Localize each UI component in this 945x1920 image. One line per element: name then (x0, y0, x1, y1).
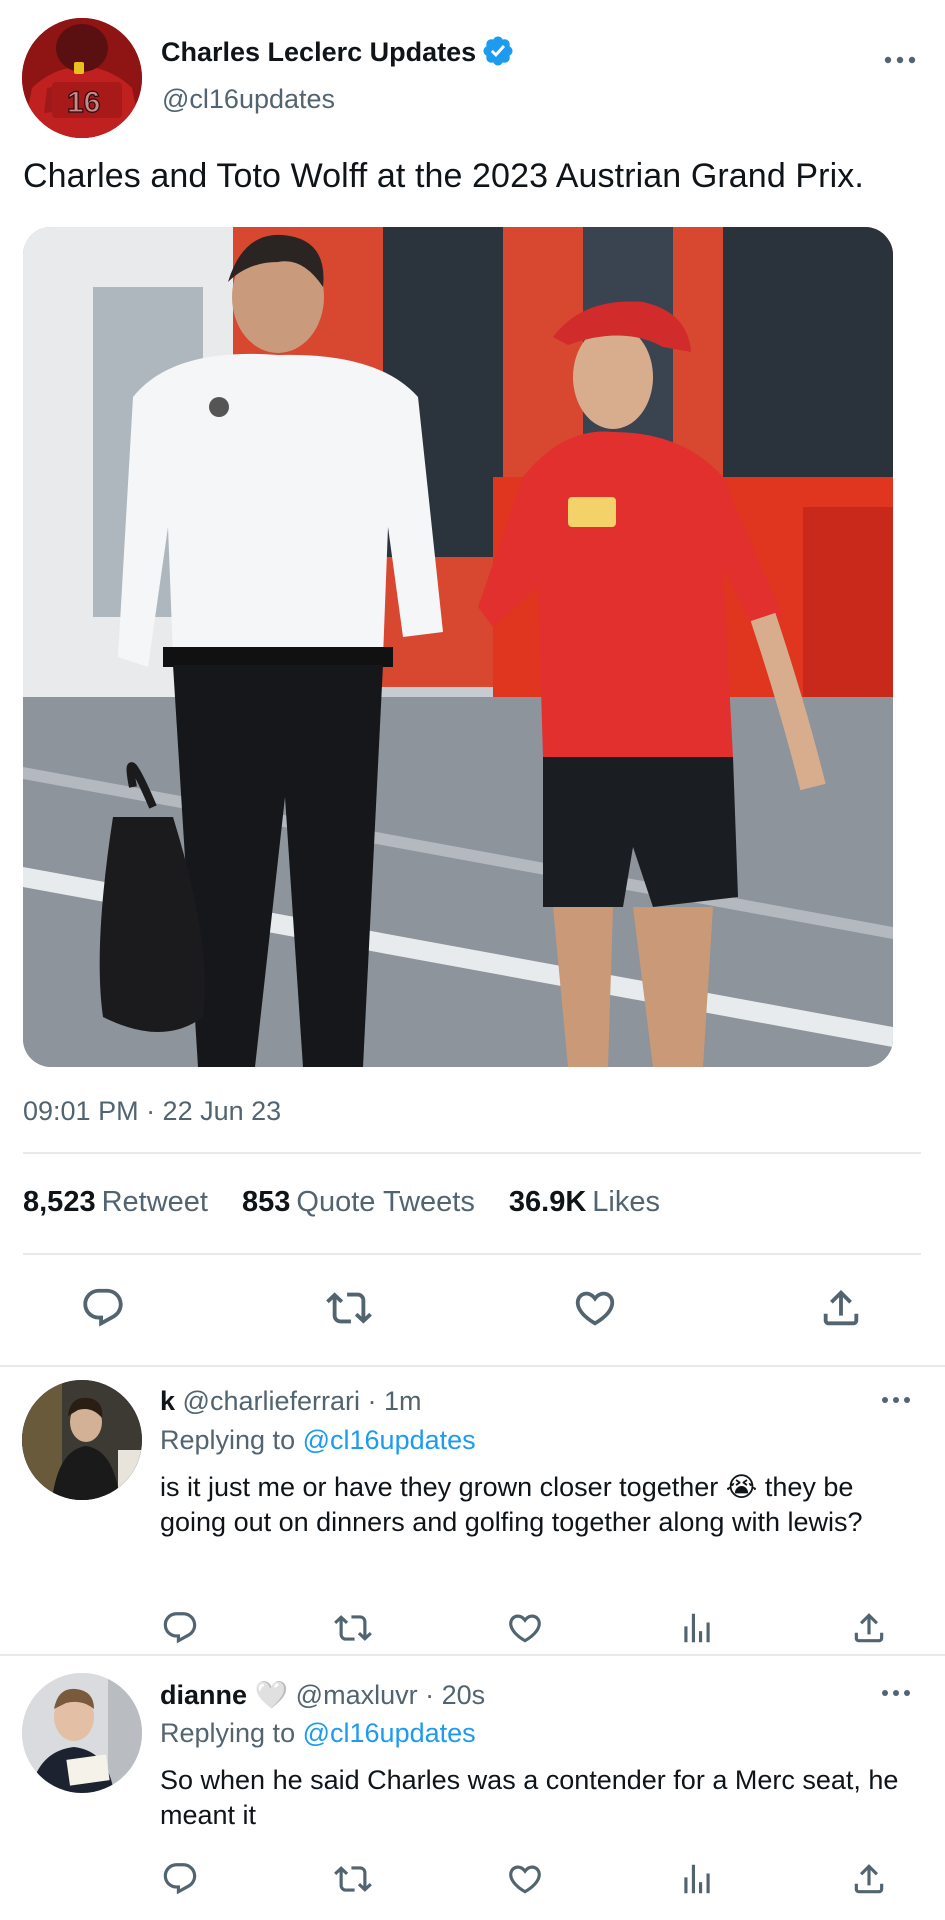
like-icon (572, 1285, 618, 1331)
avatar[interactable] (22, 1380, 142, 1500)
retweet-icon (334, 1609, 372, 1647)
like-count: 36.9K (508, 1186, 587, 1218)
replying-to-line: Replying to @cl16updates (160, 1718, 476, 1749)
more-options-icon[interactable] (880, 48, 920, 72)
white-heart-emoji: 🤍 (254, 1680, 289, 1710)
reply-time[interactable]: · 1m (368, 1386, 422, 1416)
like-button[interactable] (497, 1600, 553, 1656)
share-button[interactable] (841, 1851, 897, 1907)
retweet-button[interactable] (321, 1280, 377, 1336)
more-options-icon[interactable] (878, 1683, 914, 1703)
share-icon (850, 1609, 888, 1647)
views-button[interactable] (669, 1851, 725, 1907)
stat-quote-tweets[interactable]: 853 Quote Tweets (242, 1186, 475, 1219)
avatar[interactable]: 16 (22, 18, 142, 138)
reply-button[interactable] (152, 1851, 208, 1907)
reply-tweet[interactable]: k @charlieferrari · 1m Replying to @cl16… (0, 1368, 945, 1654)
reply-author-handle[interactable]: @charlieferrari (183, 1386, 360, 1416)
retweet-button[interactable] (325, 1600, 381, 1656)
reply-icon (161, 1609, 199, 1647)
share-icon (850, 1860, 888, 1898)
retweet-icon (334, 1860, 372, 1898)
reply-icon (80, 1285, 126, 1331)
views-icon (678, 1609, 716, 1647)
reply-author-line: dianne 🤍 @maxluvr · 20s (160, 1679, 485, 1711)
reply-author-name[interactable]: k (160, 1386, 175, 1416)
reply-author-line: k @charlieferrari · 1m (160, 1386, 422, 1417)
stat-likes[interactable]: 36.9K Likes (509, 1186, 660, 1219)
reply-icon (161, 1860, 199, 1898)
like-icon (506, 1860, 544, 1898)
avatar[interactable] (22, 1673, 142, 1793)
views-icon (678, 1860, 716, 1898)
tweet-text: Charles and Toto Wolff at the 2023 Austr… (23, 157, 864, 195)
replying-to-label: Replying to (160, 1718, 296, 1748)
share-button[interactable] (841, 1600, 897, 1656)
retweet-count: 8,523 (23, 1186, 96, 1218)
reply-author-name[interactable]: dianne (160, 1680, 247, 1710)
reply-text-part: is it just me or have they grown closer … (160, 1472, 719, 1502)
tweet-photo[interactable] (23, 227, 893, 1067)
quote-tweet-count: 853 (242, 1186, 291, 1218)
retweet-button[interactable] (325, 1851, 381, 1907)
quote-tweet-label: Quote Tweets (296, 1186, 475, 1218)
divider (23, 1253, 921, 1255)
verified-badge-icon (483, 36, 513, 66)
views-button[interactable] (669, 1600, 725, 1656)
like-button[interactable] (497, 1851, 553, 1907)
like-button[interactable] (567, 1280, 623, 1336)
more-options-icon[interactable] (878, 1390, 914, 1410)
divider (0, 1365, 945, 1367)
reply-button[interactable] (152, 1600, 208, 1656)
author-handle[interactable]: @cl16updates (162, 84, 335, 115)
avatar-number: 16 (67, 86, 100, 119)
reply-tweet[interactable]: dianne 🤍 @maxluvr · 20s Replying to @cl1… (0, 1657, 945, 1920)
retweet-label: Retweet (101, 1186, 208, 1218)
like-label: Likes (592, 1186, 660, 1218)
replying-to-label: Replying to (160, 1425, 296, 1455)
reply-text: is it just me or have they grown closer … (160, 1470, 920, 1540)
share-button[interactable] (813, 1280, 869, 1336)
author-name[interactable]: Charles Leclerc Updates (161, 37, 476, 68)
replying-to-line: Replying to @cl16updates (160, 1425, 476, 1456)
replying-to-mention[interactable]: @cl16updates (303, 1425, 476, 1455)
tweet-stats: 8,523 Retweet 853 Quote Tweets 36.9K Likes (23, 1186, 686, 1219)
stat-retweets[interactable]: 8,523 Retweet (23, 1186, 208, 1219)
reply-button[interactable] (75, 1280, 131, 1336)
crying-emoji: 😭 (725, 1472, 758, 1502)
divider (23, 1152, 921, 1154)
divider (0, 1654, 945, 1656)
reply-time[interactable]: · 20s (425, 1680, 485, 1710)
like-icon (506, 1609, 544, 1647)
share-icon (818, 1285, 864, 1331)
retweet-icon (326, 1285, 372, 1331)
tweet-header: 16 Charles Leclerc Updates @cl16updates (22, 18, 922, 138)
tweet-actions (0, 1280, 945, 1340)
reply-author-handle[interactable]: @maxluvr (296, 1680, 418, 1710)
tweet-timestamp[interactable]: 09:01 PM · 22 Jun 23 (23, 1096, 281, 1127)
reply-text: So when he said Charles was a contender … (160, 1765, 899, 1830)
replying-to-mention[interactable]: @cl16updates (303, 1718, 476, 1748)
